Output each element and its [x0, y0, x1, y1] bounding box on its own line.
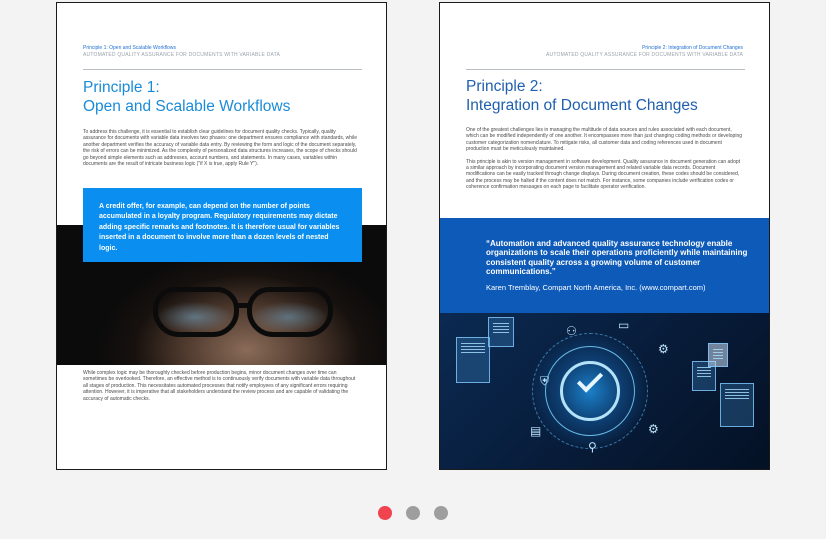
page-title-line1: Principle 2: [466, 78, 543, 95]
page-title: Principle 1: Open and Scalable Workflows [83, 78, 290, 116]
running-header-subtitle: AUTOMATED QUALITY ASSURANCE FOR DOCUMENT… [83, 51, 281, 58]
people-icon: ⚇ [566, 324, 577, 338]
shield-icon: ⛨ [540, 374, 550, 388]
page-title-line2: Integration of Document Changes [466, 97, 698, 114]
quote-author: Karen Tremblay, Compart North America, I… [486, 282, 706, 292]
chart-card-icon [708, 343, 728, 367]
page-title-line2: Open and Scalable Workflows [83, 98, 291, 115]
carousel-dot-3[interactable] [434, 506, 448, 520]
gear-icon: ⚙ [648, 422, 659, 436]
carousel-dot-1[interactable] [378, 506, 392, 520]
paragraph: To address this challenge, it is essenti… [83, 129, 358, 168]
paragraph: One of the greatest challenges lies in m… [466, 127, 743, 153]
running-header: Principle 2: Integration of Document Cha… [546, 45, 743, 58]
running-header-subtitle: AUTOMATED QUALITY ASSURANCE FOR DOCUMENT… [545, 51, 743, 58]
magnifier-icon: ⚲ [588, 440, 597, 454]
header-divider [466, 69, 745, 70]
page-title: Principle 2: Integration of Document Cha… [466, 77, 698, 115]
page-thumbnail-principle-1[interactable]: Principle 1: Open and Scalable Workflows… [56, 2, 387, 470]
document-card-icon [720, 383, 754, 427]
paragraph: This principle is akin to version manage… [466, 158, 741, 191]
document-icon: ▤ [530, 424, 542, 438]
glasses-lens-left [153, 287, 239, 337]
header-divider [83, 69, 362, 70]
carousel-pagination [378, 506, 448, 520]
carousel-dot-2[interactable] [406, 506, 420, 520]
document-card-icon [456, 337, 490, 383]
page-thumbnail-principle-2[interactable]: Principle 2: Integration of Document Cha… [439, 2, 770, 470]
page-title-line1: Principle 1: [83, 79, 160, 96]
running-header: Principle 1: Open and Scalable Workflows… [83, 45, 280, 58]
callout-box: A credit offer, for example, can depend … [83, 188, 362, 262]
paragraph: While complex logic may be thoroughly ch… [83, 370, 356, 402]
quote-text: “Automation and advanced quality assuran… [486, 239, 748, 277]
gear-icon: ⚙ [658, 342, 669, 356]
body-paragraph-closing: While complex logic may be thoroughly ch… [83, 370, 359, 408]
body-paragraph-intro: To address this challenge, it is essenti… [83, 129, 359, 173]
document-card-icon [488, 317, 514, 347]
glasses-lens-right [247, 287, 333, 337]
quote-band: “Automation and advanced quality assuran… [440, 218, 769, 313]
digital-checkmark-illustration: ⚇ ▭ ⚙ ⛨ ▤ ⚲ ⚙ [440, 313, 769, 469]
body-text: One of the greatest challenges lies in m… [466, 127, 744, 197]
monitor-icon: ▭ [618, 318, 630, 332]
